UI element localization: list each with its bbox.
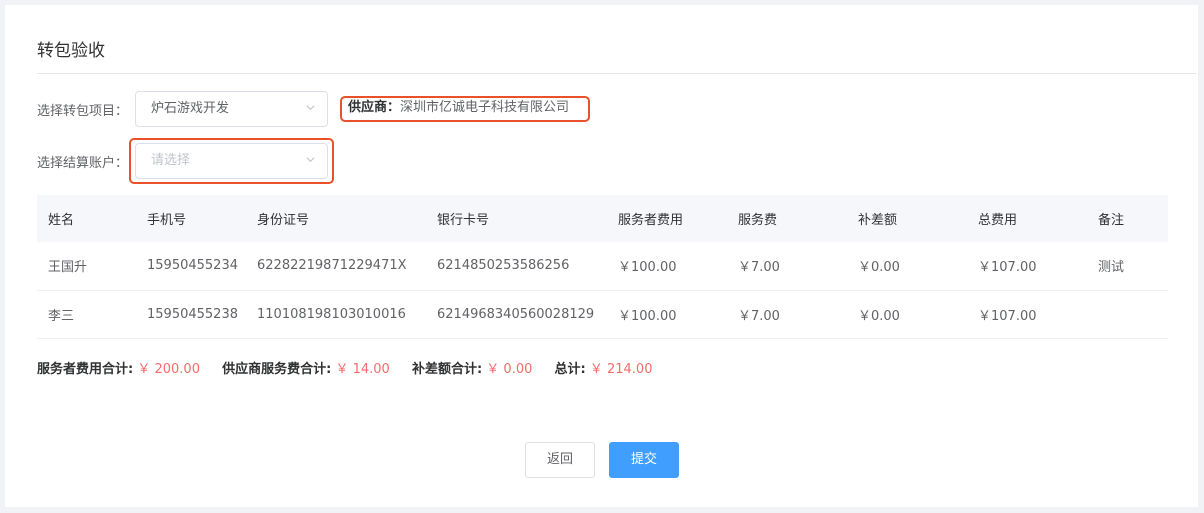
difference-total-value: ￥ 0.00 bbox=[486, 362, 533, 377]
header-difference: 补差额 bbox=[847, 195, 967, 242]
supplier-fee-total-value: ￥ 14.00 bbox=[335, 362, 390, 377]
cell-phone: 15950455238 bbox=[136, 290, 246, 339]
cell-bank-card: 6214968340560028129 bbox=[426, 290, 607, 339]
cell-name: 王国升 bbox=[37, 242, 136, 291]
workers-table: 姓名 手机号 身份证号 银行卡号 服务者费用 服务费 补差额 总费用 备注 王国… bbox=[37, 195, 1168, 339]
cell-total-fee: ￥107.00 bbox=[967, 290, 1087, 339]
cell-total-fee: ￥107.00 bbox=[967, 242, 1087, 291]
cell-remark: 测试 bbox=[1087, 242, 1168, 291]
project-select[interactable]: 炉石游戏开发 bbox=[135, 91, 328, 127]
account-select-placeholder: 请选择 bbox=[151, 153, 191, 168]
page-title: 转包验收 bbox=[37, 41, 105, 61]
supplier-label: 供应商： bbox=[348, 100, 401, 115]
header-name: 姓名 bbox=[37, 195, 136, 242]
header-total-fee: 总费用 bbox=[967, 195, 1087, 242]
header-phone: 手机号 bbox=[136, 195, 246, 242]
totals-summary: 服务者费用合计: ￥ 200.00 供应商服务费合计: ￥ 14.00 补差额合… bbox=[37, 358, 670, 377]
cell-bank-card: 6214850253586256 bbox=[426, 242, 607, 291]
back-button[interactable]: 返回 bbox=[525, 442, 595, 478]
project-select-value: 炉石游戏开发 bbox=[151, 101, 230, 116]
cell-name: 李三 bbox=[37, 290, 136, 339]
table-header-row: 姓名 手机号 身份证号 银行卡号 服务者费用 服务费 补差额 总费用 备注 bbox=[37, 195, 1168, 242]
account-select[interactable]: 请选择 bbox=[135, 143, 328, 179]
header-provider-fee: 服务者费用 bbox=[607, 195, 727, 242]
chevron-down-icon bbox=[306, 103, 315, 112]
acceptance-panel: 转包验收 选择转包项目： 炉石游戏开发 供应商：深圳市亿诚电子科技有限公司 选择… bbox=[5, 5, 1198, 507]
header-bank-card: 银行卡号 bbox=[426, 195, 607, 242]
supplier-value: 深圳市亿诚电子科技有限公司 bbox=[400, 100, 570, 115]
header-remark: 备注 bbox=[1087, 195, 1168, 242]
cell-service-fee: ￥7.00 bbox=[727, 290, 847, 339]
cell-phone: 15950455234 bbox=[136, 242, 246, 291]
account-label: 选择结算账户： bbox=[37, 156, 129, 171]
cell-service-fee: ￥7.00 bbox=[727, 242, 847, 291]
header-service-fee: 服务费 bbox=[727, 195, 847, 242]
cell-provider-fee: ￥100.00 bbox=[607, 290, 727, 339]
table-row: 李三 15950455238 110108198103010016 621496… bbox=[37, 290, 1168, 339]
table-row: 王国升 15950455234 62282219871229471X 62148… bbox=[37, 242, 1168, 291]
provider-total-label: 服务者费用合计: bbox=[37, 362, 134, 377]
header-id-number: 身份证号 bbox=[246, 195, 426, 242]
provider-total-value: ￥ 200.00 bbox=[137, 362, 200, 377]
cell-difference: ￥0.00 bbox=[847, 290, 967, 339]
cell-difference: ￥0.00 bbox=[847, 242, 967, 291]
cell-provider-fee: ￥100.00 bbox=[607, 242, 727, 291]
grand-total-value: ￥ 214.00 bbox=[589, 362, 653, 377]
cell-id-number: 62282219871229471X bbox=[246, 242, 426, 291]
project-label: 选择转包项目： bbox=[37, 104, 129, 119]
title-divider bbox=[37, 73, 1196, 74]
submit-button[interactable]: 提交 bbox=[609, 442, 679, 478]
difference-total-label: 补差额合计: bbox=[411, 362, 483, 377]
cell-id-number: 110108198103010016 bbox=[246, 290, 426, 339]
grand-total-label: 总计: bbox=[554, 362, 586, 377]
cell-remark bbox=[1087, 290, 1168, 339]
supplier-info: 供应商：深圳市亿诚电子科技有限公司 bbox=[344, 98, 573, 122]
supplier-fee-total-label: 供应商服务费合计: bbox=[222, 362, 332, 377]
chevron-down-icon bbox=[306, 155, 315, 164]
